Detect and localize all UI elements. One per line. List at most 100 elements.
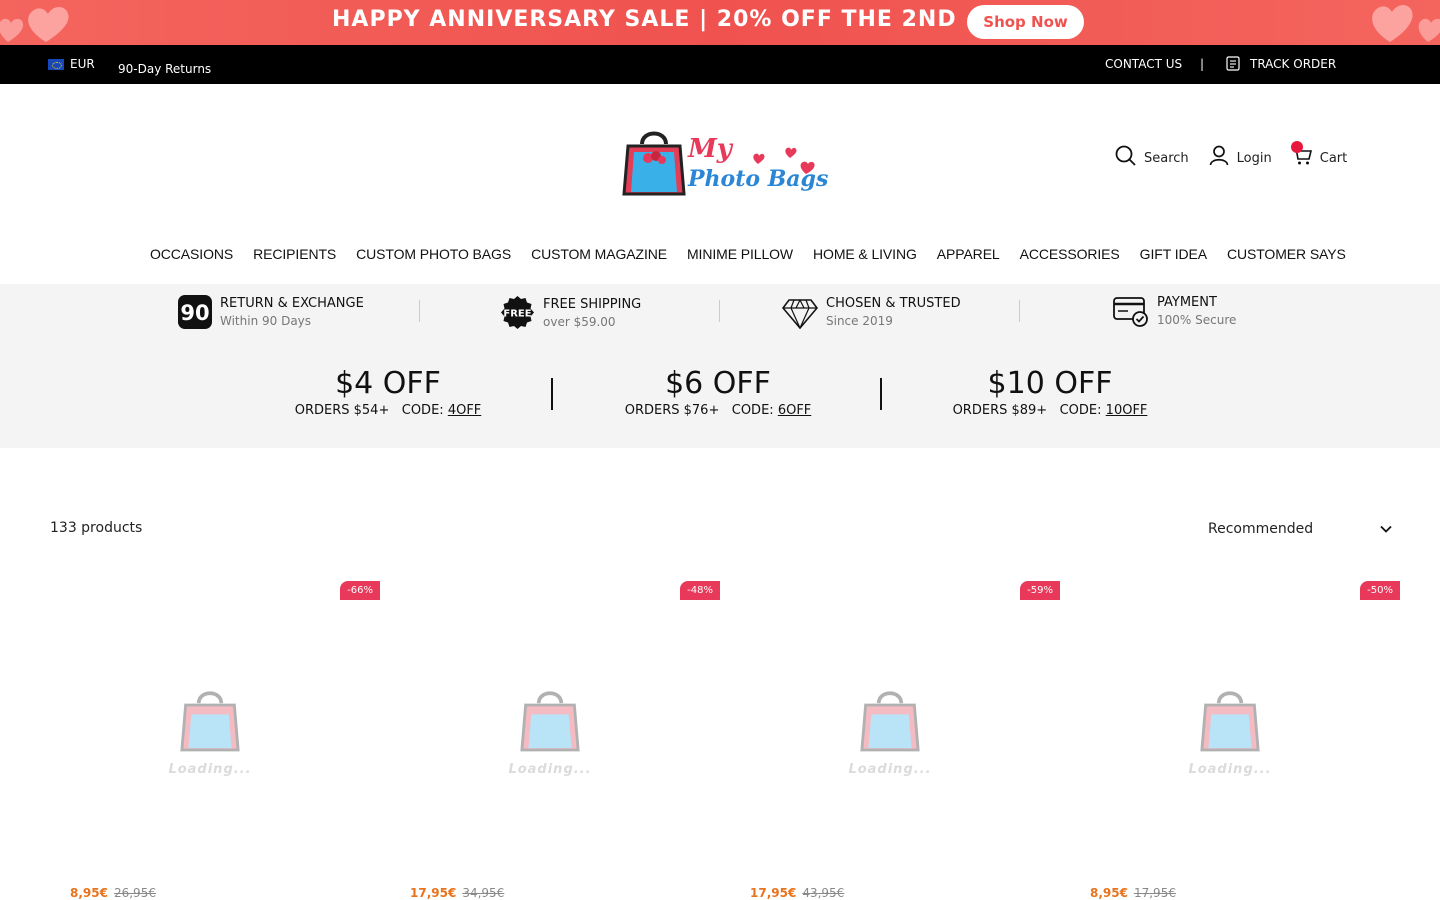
feature-title: CHOSEN & TRUSTED	[826, 296, 961, 311]
image-loading-placeholder: Loading...	[1080, 686, 1380, 777]
shop-now-button[interactable]: Shop Now	[967, 5, 1084, 39]
currency-label: EUR	[70, 57, 95, 71]
loading-text: Loading...	[848, 762, 932, 777]
search-label: Search	[1144, 151, 1189, 166]
loading-text: Loading...	[168, 762, 252, 777]
feature-subtitle: over $59.00	[543, 314, 616, 329]
nav-item-customer-says[interactable]: CUSTOMER SAYS	[1227, 246, 1346, 262]
coupon-divider	[551, 378, 553, 410]
diamond-icon	[782, 299, 818, 329]
coupon-code[interactable]: 6OFF	[778, 403, 811, 418]
logo-text-line2: Photo Bags	[688, 166, 829, 192]
compare-price: 43,95€	[802, 886, 845, 900]
coupon-amount: $6 OFF	[665, 366, 771, 401]
nav-item-home-living[interactable]: HOME & LIVING	[813, 246, 917, 262]
shopping-bag-logo-icon	[622, 131, 686, 196]
feature-chosen-trusted: CHOSEN & TRUSTED Since 2019	[782, 295, 961, 329]
product-price: 17,95€ 34,95€	[410, 886, 504, 900]
coupon-code[interactable]: 4OFF	[448, 403, 481, 418]
discount-badge: -59%	[1020, 581, 1060, 600]
currency-selector[interactable]: EUR	[48, 57, 95, 71]
free-badge-icon: FREE	[501, 296, 534, 329]
divider	[719, 300, 720, 322]
nav-item-custom-photo-bags[interactable]: CUSTOM PHOTO BAGS	[356, 246, 511, 262]
image-loading-placeholder: Loading...	[740, 686, 1040, 777]
nav-item-recipients[interactable]: RECIPIENTS	[253, 246, 336, 262]
feature-subtitle: Since 2019	[826, 314, 893, 328]
eu-flag-icon	[48, 58, 64, 70]
sale-price: 17,95€	[750, 886, 797, 900]
loading-text: Loading...	[1188, 762, 1272, 777]
login-label: Login	[1236, 151, 1272, 166]
topbar-separator: |	[1200, 57, 1205, 71]
coupon-terms: ORDERS $76+ CODE: 6OFF	[618, 403, 818, 418]
shopping-bag-icon	[520, 691, 580, 752]
nav-item-minime-pillow[interactable]: MINIME PILLOW	[687, 246, 793, 262]
sort-dropdown[interactable]: Recommended	[1208, 518, 1392, 540]
coupon-6off: $6 OFF ORDERS $76+ CODE: 6OFF	[618, 366, 818, 418]
coupon-min-order: ORDERS $89+	[952, 403, 1048, 418]
logo-text-line1: My	[688, 134, 732, 164]
nav-item-occasions[interactable]: OCCASIONS	[150, 246, 233, 262]
cart-count-badge	[1291, 141, 1303, 153]
product-price: 8,95€ 17,95€	[1090, 886, 1176, 900]
loading-text: Loading...	[508, 762, 592, 777]
nav-item-apparel[interactable]: APPAREL	[937, 246, 1000, 262]
shopping-bag-icon	[180, 691, 240, 752]
sale-price: 8,95€	[70, 886, 108, 900]
feature-free-shipping: FREE FREE SHIPPING over $59.00	[500, 295, 641, 330]
image-loading-placeholder: Loading...	[60, 686, 360, 777]
product-price: 8,95€ 26,95€	[70, 886, 156, 900]
product-card[interactable]: -50% Loading... 8,95€ 17,95€	[1080, 580, 1400, 900]
site-logo[interactable]: My Photo Bags	[622, 124, 828, 202]
coupon-4off: $4 OFF ORDERS $54+ CODE: 4OFF	[288, 366, 488, 418]
sale-price: 8,95€	[1090, 886, 1128, 900]
divider	[419, 300, 420, 322]
nav-item-accessories[interactable]: ACCESSORIES	[1020, 246, 1120, 262]
heart-icon	[0, 7, 69, 42]
coupon-amount: $4 OFF	[335, 366, 441, 401]
discount-badge: -50%	[1360, 581, 1400, 600]
product-card[interactable]: -48% Loading... 17,95€ 34,95€	[400, 580, 720, 900]
nav-item-custom-magazine[interactable]: CUSTOM MAGAZINE	[531, 246, 667, 262]
product-card[interactable]: -59% Loading... 17,95€ 43,95€	[740, 580, 1060, 900]
svg-text:FREE: FREE	[503, 309, 531, 320]
header-actions: Search Login Cart	[1115, 145, 1347, 166]
feature-subtitle: 100% Secure	[1157, 313, 1237, 327]
feature-title: FREE SHIPPING	[543, 296, 642, 312]
search-icon	[1115, 145, 1136, 166]
contact-us-link[interactable]: CONTACT US	[1105, 57, 1182, 71]
promo-text: HAPPY ANNIVERSARY SALE | 20% OFF THE 2ND	[332, 7, 957, 32]
coupon-terms: ORDERS $54+ CODE: 4OFF	[288, 403, 488, 418]
search-button[interactable]: Search	[1115, 145, 1189, 166]
clipboard-icon	[1226, 56, 1240, 71]
user-icon	[1209, 145, 1229, 166]
90-days-icon: 90	[178, 295, 212, 329]
chevron-down-icon	[1380, 525, 1392, 533]
sale-price: 17,95€	[410, 886, 457, 900]
coupon-min-order: ORDERS $54+	[294, 403, 390, 418]
coupon-code[interactable]: 10OFF	[1106, 403, 1148, 418]
svg-text:90: 90	[180, 301, 209, 325]
compare-price: 34,95€	[462, 886, 505, 900]
compare-price: 26,95€	[113, 886, 156, 900]
coupon-code-label: CODE:	[731, 403, 774, 418]
feature-return-exchange: 90 RETURN & EXCHANGE Within 90 Days	[178, 295, 364, 329]
heart-icon	[1372, 5, 1440, 42]
login-button[interactable]: Login	[1209, 145, 1272, 166]
shopping-bag-icon	[860, 691, 920, 752]
feature-title: RETURN & EXCHANGE	[220, 296, 364, 311]
returns-notice: 90-Day Returns	[118, 62, 212, 76]
track-order-link[interactable]: TRACK ORDER	[1226, 56, 1336, 71]
product-card[interactable]: -66% Loading... 8,95€ 26,95€	[60, 580, 380, 900]
feature-payment: PAYMENT 100% Secure	[1113, 295, 1236, 327]
nav-item-gift-idea[interactable]: GIFT IDEA	[1140, 246, 1207, 262]
promo-banner: HAPPY ANNIVERSARY SALE | 20% OFF THE 2ND…	[0, 0, 1440, 45]
compare-price: 17,95€	[1133, 886, 1176, 900]
coupon-code-label: CODE:	[401, 403, 444, 418]
coupon-amount: $10 OFF	[987, 366, 1113, 401]
discount-badge: -66%	[340, 581, 380, 600]
product-count: 133 products	[50, 520, 143, 536]
coupon-divider	[880, 378, 882, 410]
shopping-bag-icon	[1200, 691, 1260, 752]
